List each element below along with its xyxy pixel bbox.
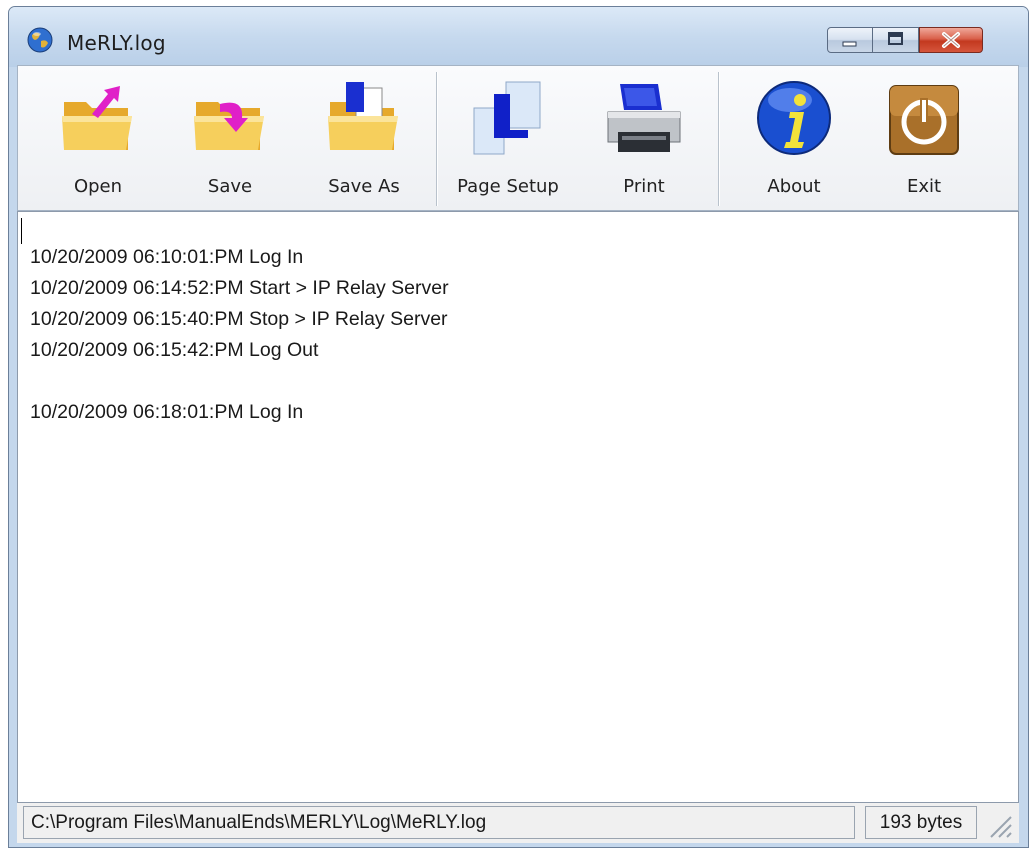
open-button[interactable]: Open [38, 66, 158, 210]
print-label: Print [623, 176, 665, 197]
app-window: MeRLY.log Open Save Save As Page Setup P… [8, 6, 1029, 848]
save-as-label: Save As [328, 176, 400, 197]
maximize-button[interactable] [873, 27, 919, 53]
file-path-panel: C:\Program Files\ManualEnds\MERLY\Log\Me… [23, 806, 855, 839]
log-line: 10/20/2009 06:15:42:PM Log Out [30, 339, 319, 361]
log-line: 10/20/2009 06:15:40:PM Stop > IP Relay S… [30, 308, 448, 330]
printer-icon [607, 84, 681, 152]
toolbar-separator [718, 72, 719, 206]
folder-save-as-icon [328, 82, 398, 150]
folder-open-icon [62, 86, 132, 150]
save-as-button[interactable]: Save As [304, 66, 424, 210]
log-line: 10/20/2009 06:10:01:PM Log In [30, 246, 304, 268]
exit-button[interactable]: Exit [864, 66, 984, 210]
log-line: 10/20/2009 06:14:52:PM Start > IP Relay … [30, 277, 449, 299]
toolbar: Open Save Save As Page Setup Print About… [17, 65, 1019, 211]
file-size-panel: 193 bytes [865, 806, 977, 839]
print-button[interactable]: Print [584, 66, 704, 210]
toolbar-separator [436, 72, 437, 206]
minimize-button[interactable] [827, 27, 873, 53]
save-label: Save [207, 176, 253, 197]
page-setup-button[interactable]: Page Setup [448, 66, 568, 210]
maximize-icon [888, 32, 903, 45]
log-editor[interactable]: 10/20/2009 06:10:01:PM Log In 10/20/2009… [17, 211, 1019, 803]
power-icon [889, 85, 959, 155]
text-caret [21, 218, 22, 244]
save-button[interactable]: Save [170, 66, 290, 210]
folder-save-icon [194, 102, 264, 150]
status-bar: C:\Program Files\ManualEnds\MERLY\Log\Me… [17, 803, 1019, 843]
minimize-icon [842, 41, 857, 47]
about-button[interactable]: About [734, 66, 854, 210]
log-line: 10/20/2009 06:18:01:PM Log In [30, 401, 304, 423]
page-setup-icon [473, 81, 541, 155]
about-label: About [767, 176, 821, 197]
globe-icon [27, 27, 53, 53]
resize-grip-icon[interactable] [983, 809, 1013, 839]
close-icon [942, 32, 960, 48]
window-title: MeRLY.log [67, 31, 166, 55]
exit-label: Exit [906, 176, 942, 197]
open-label: Open [73, 176, 123, 197]
close-button[interactable] [919, 27, 983, 53]
title-bar[interactable]: MeRLY.log [9, 7, 1028, 67]
info-icon [757, 81, 831, 155]
page-setup-label: Page Setup [457, 176, 559, 197]
